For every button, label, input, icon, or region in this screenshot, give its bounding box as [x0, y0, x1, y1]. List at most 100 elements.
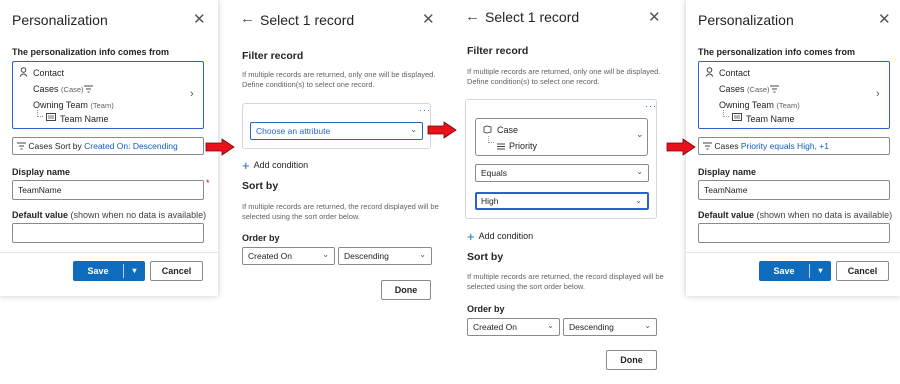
personalization-panel-after: Personalization ✕ The personalization in… — [686, 0, 900, 296]
chevron-down-icon: ⌄ — [547, 321, 554, 330]
save-button[interactable]: Save — [73, 261, 123, 281]
source-box[interactable]: Contact Cases (Case) Owning Team (Team) … — [12, 61, 204, 129]
more-icon[interactable]: ··· — [645, 101, 657, 111]
sort-link[interactable]: Created On: Descending — [84, 141, 178, 151]
save-split-button[interactable]: Save ▾ — [73, 261, 145, 281]
more-icon[interactable]: ··· — [419, 105, 431, 115]
order-direction-select[interactable]: Descending ⌄ — [563, 318, 657, 336]
source-box[interactable]: Contact Cases (Case) Owning Team (Team) … — [698, 61, 890, 129]
tree-connector — [488, 136, 494, 143]
filter-summary-box[interactable]: Cases Priority equals High, +1 — [698, 137, 890, 155]
table-icon — [732, 113, 742, 121]
order-field-select[interactable]: Created On ⌄ — [467, 318, 560, 336]
default-value-label: Default value (shown when no data is ava… — [12, 210, 206, 220]
sort-by-text: Sort by — [54, 141, 82, 151]
filter-heading: Filter record — [242, 50, 304, 62]
sort-summary-box[interactable]: Cases Sort by Created On: Descending — [12, 137, 204, 155]
order-by-label: Order by — [242, 233, 280, 243]
sort-prefix: Cases — [714, 141, 739, 151]
order-field-select[interactable]: Created On ⌄ — [242, 247, 335, 265]
chevron-down-icon: ⌄ — [644, 321, 651, 330]
display-name-input[interactable]: TeamName — [698, 180, 890, 200]
attribute-select[interactable]: Choose an attribute ⌄ — [250, 122, 423, 140]
default-value-input[interactable] — [698, 223, 890, 243]
plus-icon: + — [242, 158, 250, 173]
display-name-input[interactable]: TeamName — [12, 180, 204, 200]
source-owning-team-label: Owning Team — [719, 100, 774, 110]
back-arrow-icon[interactable]: ← — [240, 10, 255, 27]
panel-title: Select 1 record — [260, 12, 355, 28]
select-record-panel-empty: ← Select 1 record ✕ Filter record If mul… — [230, 0, 448, 314]
operator-value: Equals — [481, 168, 507, 178]
source-cases-label: Cases — [719, 84, 745, 94]
person-icon — [705, 67, 714, 77]
source-cases: Cases (Case) — [33, 84, 84, 94]
sort-prefix: Cases — [28, 141, 53, 151]
panel-title: Personalization — [12, 12, 108, 28]
order-direction-select[interactable]: Descending ⌄ — [338, 247, 432, 265]
panel-title: Select 1 record — [485, 9, 580, 25]
chevron-right-icon[interactable]: › — [190, 88, 194, 100]
source-owning-team: Owning Team (Team) — [33, 100, 114, 110]
close-icon[interactable]: ✕ — [878, 10, 891, 28]
filter-icon[interactable] — [84, 85, 93, 93]
default-value-label-text: Default value — [12, 210, 69, 220]
filter-help: If multiple records are returned, only o… — [467, 67, 661, 86]
source-cases: Cases (Case) — [719, 84, 770, 94]
close-icon[interactable]: ✕ — [193, 10, 206, 28]
filter-heading: Filter record — [467, 45, 529, 57]
source-owning-team-tag: (Team) — [90, 101, 114, 110]
source-team-name: Team Name — [746, 114, 795, 124]
source-label: The personalization info comes from — [12, 47, 170, 57]
add-condition-button[interactable]: + Add condition — [242, 158, 308, 173]
back-arrow-icon[interactable]: ← — [465, 8, 480, 25]
default-value-label: Default value (shown when no data is ava… — [698, 210, 892, 220]
order-by-label: Order by — [467, 304, 505, 314]
screenshot-stage: Personalization ✕ The personalization in… — [0, 0, 900, 384]
filter-link[interactable]: Priority equals High, +1 — [741, 141, 829, 151]
required-marker: * — [206, 178, 210, 188]
save-button[interactable]: Save — [759, 261, 809, 281]
source-cases-tag: (Case) — [61, 85, 84, 94]
add-condition-label: Add condition — [478, 231, 534, 241]
source-cases-tag: (Case) — [747, 85, 770, 94]
add-condition-button[interactable]: + Add condition — [467, 229, 533, 244]
source-owning-team: Owning Team (Team) — [719, 100, 800, 110]
chevron-down-icon: ⌄ — [410, 125, 417, 134]
filter-icon — [703, 142, 712, 150]
chevron-down-icon[interactable]: ▾ — [810, 261, 831, 281]
cancel-button[interactable]: Cancel — [836, 261, 889, 281]
entity-icon — [483, 125, 492, 134]
filter-icon[interactable] — [770, 85, 779, 93]
source-owning-team-label: Owning Team — [33, 100, 88, 110]
source-label: The personalization info comes from — [698, 47, 856, 57]
attribute-placeholder: Choose an attribute — [256, 126, 331, 136]
add-condition-label: Add condition — [253, 160, 309, 170]
personalization-panel-before: Personalization ✕ The personalization in… — [0, 0, 218, 296]
filter-icon — [17, 142, 26, 150]
cancel-button[interactable]: Cancel — [150, 261, 203, 281]
attribute-picker[interactable]: Case Priority ⌄ — [475, 118, 648, 156]
chevron-down-icon: ⌄ — [636, 129, 644, 139]
done-button[interactable]: Done — [381, 280, 431, 300]
chevron-down-icon: ⌄ — [635, 196, 642, 205]
select-record-panel-filled: ← Select 1 record ✕ Filter record If mul… — [455, 0, 675, 384]
panel-title: Personalization — [698, 12, 794, 28]
save-split-button[interactable]: Save ▾ — [759, 261, 831, 281]
sort-help: If multiple records are returned, the re… — [467, 272, 664, 291]
condition-card: ··· Case Priority ⌄ Equals ⌄ High ⌄ — [465, 99, 657, 219]
tree-connector — [37, 110, 43, 117]
source-contact: Contact — [719, 68, 751, 78]
default-value-input[interactable] — [12, 223, 204, 243]
chevron-down-icon: ⌄ — [322, 250, 329, 259]
close-icon[interactable]: ✕ — [648, 8, 661, 26]
chevron-right-icon[interactable]: › — [876, 88, 880, 100]
list-icon — [497, 143, 505, 150]
tree-connector — [723, 110, 729, 117]
done-button[interactable]: Done — [606, 350, 657, 370]
operator-select[interactable]: Equals ⌄ — [475, 164, 649, 182]
value-select[interactable]: High ⌄ — [475, 192, 649, 210]
chevron-down-icon[interactable]: ▾ — [124, 261, 145, 281]
close-icon[interactable]: ✕ — [422, 10, 435, 28]
source-owning-team-tag: (Team) — [776, 101, 800, 110]
